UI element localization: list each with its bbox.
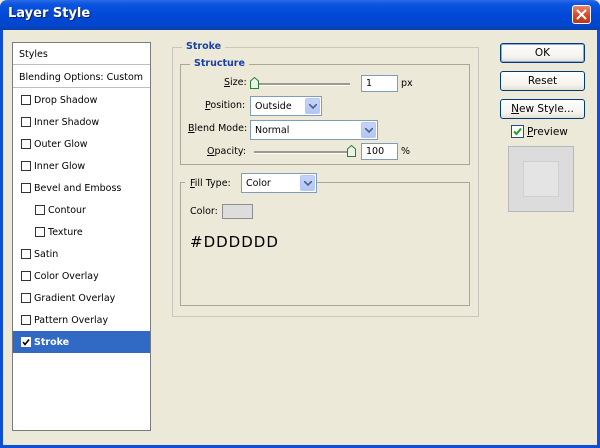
style-item-satin[interactable]: Satin (13, 243, 150, 265)
position-select[interactable]: Outside (250, 96, 322, 116)
blending-options[interactable]: Blending Options: Custom (13, 66, 150, 88)
size-input[interactable]: 1 (361, 75, 398, 92)
blend-mode-label: Blend Mode: (188, 123, 248, 134)
close-button[interactable] (572, 5, 591, 24)
style-checkbox[interactable] (21, 271, 31, 281)
style-item-stroke[interactable]: Stroke (13, 331, 150, 353)
style-item-outer-glow[interactable]: Outer Glow (13, 133, 150, 155)
checkmark-icon (22, 339, 30, 346)
preview-checkbox[interactable] (511, 125, 524, 138)
size-label: Size: (224, 77, 247, 88)
title-bar: Layer Style (0, 0, 600, 30)
opacity-unit: % (401, 146, 411, 157)
style-checkbox[interactable] (21, 161, 31, 171)
style-item-label: Contour (48, 205, 86, 216)
opacity-slider[interactable] (254, 151, 354, 154)
color-swatch[interactable] (222, 204, 253, 219)
style-item-label: Outer Glow (34, 139, 88, 150)
chevron-down-icon (304, 181, 312, 186)
style-checkbox[interactable] (21, 183, 31, 193)
checkmark-icon (513, 127, 522, 136)
fill-type-label: Fill Type: (190, 178, 231, 189)
styles-header[interactable]: Styles (13, 43, 150, 65)
color-hex-text: #DDDDDD (190, 233, 279, 251)
style-item-label: Gradient Overlay (34, 293, 116, 304)
style-checkbox[interactable] (21, 95, 31, 105)
close-icon (576, 9, 587, 20)
ok-button[interactable]: OK (500, 43, 585, 63)
opacity-label: Opacity: (207, 146, 247, 157)
window-title: Layer Style (8, 6, 91, 21)
chevron-down-icon (365, 128, 373, 133)
style-item-label: Texture (48, 227, 83, 238)
style-preview-swatch (523, 161, 559, 197)
opacity-input[interactable]: 100 (361, 143, 398, 160)
position-label: Position: (205, 100, 246, 111)
style-item-label: Satin (34, 249, 59, 260)
style-item-label: Drop Shadow (34, 95, 98, 106)
style-preview (508, 146, 574, 212)
style-checkbox[interactable] (21, 139, 31, 149)
style-item-label: Bevel and Emboss (34, 183, 122, 194)
style-checkbox[interactable] (21, 117, 31, 127)
stroke-title: Stroke (182, 41, 226, 52)
style-checkbox[interactable] (35, 227, 45, 237)
reset-button[interactable]: Reset (500, 71, 585, 91)
style-item-label: Inner Glow (34, 161, 86, 172)
blend-mode-select[interactable]: Normal (250, 120, 378, 140)
new-style-button[interactable]: New Style... (500, 99, 585, 119)
dropdown-arrow[interactable] (300, 175, 315, 191)
style-item-contour[interactable]: Contour (13, 199, 150, 221)
style-item-drop-shadow[interactable]: Drop Shadow (13, 89, 150, 111)
style-checkbox[interactable] (21, 315, 31, 325)
opacity-slider-thumb[interactable] (347, 145, 356, 157)
style-item-color-overlay[interactable]: Color Overlay (13, 265, 150, 287)
preview-label[interactable]: Preview (527, 126, 568, 138)
dropdown-arrow[interactable] (361, 122, 376, 138)
dropdown-arrow[interactable] (305, 98, 320, 114)
style-item-gradient-overlay[interactable]: Gradient Overlay (13, 287, 150, 309)
size-slider-thumb[interactable] (250, 77, 259, 89)
size-unit: px (401, 78, 413, 89)
style-item-label: Color Overlay (34, 271, 99, 282)
styles-list[interactable]: Styles Blending Options: Custom Drop Sha… (12, 42, 151, 431)
style-item-inner-shadow[interactable]: Inner Shadow (13, 111, 150, 133)
chevron-down-icon (309, 104, 317, 109)
style-checkbox[interactable] (35, 205, 45, 215)
style-checkbox[interactable] (21, 337, 31, 347)
fill-type-select[interactable]: Color (241, 173, 317, 193)
style-item-texture[interactable]: Texture (13, 221, 150, 243)
style-item-label: Pattern Overlay (34, 315, 109, 326)
style-item-label: Stroke (34, 337, 70, 348)
style-item-bevel-and-emboss[interactable]: Bevel and Emboss (13, 177, 150, 199)
style-item-pattern-overlay[interactable]: Pattern Overlay (13, 309, 150, 331)
style-item-label: Inner Shadow (34, 117, 100, 128)
structure-title: Structure (190, 58, 249, 69)
style-checkbox[interactable] (21, 293, 31, 303)
color-label: Color: (190, 206, 218, 217)
style-checkbox[interactable] (21, 249, 31, 259)
style-item-inner-glow[interactable]: Inner Glow (13, 155, 150, 177)
size-slider[interactable] (254, 83, 350, 86)
